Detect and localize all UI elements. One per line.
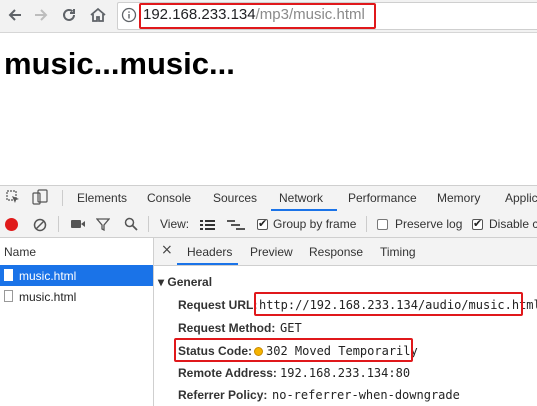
- tab-headers[interactable]: Headers: [187, 245, 232, 259]
- inspect-element-icon[interactable]: [6, 190, 20, 204]
- url-highlight-box: [139, 3, 376, 29]
- page-heading: music...music...: [4, 46, 235, 81]
- request-method-key: Request Method:: [178, 321, 276, 335]
- request-method-value: GET: [280, 321, 302, 335]
- active-detail-tab-indicator: [177, 263, 238, 265]
- disable-cache-checkbox[interactable]: [472, 217, 483, 230]
- clear-icon[interactable]: [33, 218, 47, 232]
- group-by-frame-label: Group by frame: [273, 217, 357, 231]
- status-code-highlight-box: [174, 338, 413, 362]
- request-url-key: Request URL:: [178, 298, 258, 312]
- name-column-header: Name: [4, 245, 37, 259]
- device-toolbar-icon[interactable]: [32, 189, 48, 205]
- request-row[interactable]: music.html: [0, 265, 153, 286]
- tab-preview[interactable]: Preview: [250, 245, 293, 259]
- reload-button[interactable]: [56, 2, 82, 28]
- group-by-frame-checkbox[interactable]: [257, 217, 268, 230]
- tab-network[interactable]: Network: [279, 191, 323, 205]
- request-url-highlight-box: [254, 292, 523, 316]
- disable-cache-label: Disable c: [489, 217, 537, 231]
- video-camera-icon[interactable]: [70, 217, 85, 231]
- tab-elements[interactable]: Elements: [77, 191, 127, 205]
- preserve-log-checkbox[interactable]: [377, 219, 388, 230]
- general-section-toggle[interactable]: ▾ General: [158, 275, 212, 289]
- document-icon: [4, 290, 13, 302]
- remote-address-value: 192.168.233.134:80: [280, 366, 411, 380]
- divider: [148, 216, 149, 232]
- preserve-log-label: Preserve log: [395, 217, 463, 231]
- back-button[interactable]: [2, 2, 28, 28]
- tab-memory[interactable]: Memory: [437, 191, 480, 205]
- info-icon[interactable]: [121, 7, 137, 23]
- tab-timing[interactable]: Timing: [380, 245, 416, 259]
- request-row[interactable]: music.html: [0, 286, 153, 307]
- request-name: music.html: [19, 269, 77, 283]
- remote-address-key: Remote Address:: [178, 366, 277, 380]
- tab-console[interactable]: Console: [147, 191, 191, 205]
- forward-button[interactable]: [28, 2, 54, 28]
- search-icon[interactable]: [124, 217, 138, 231]
- divider: [366, 216, 367, 232]
- home-button[interactable]: [85, 2, 111, 28]
- view-label: View:: [160, 217, 190, 231]
- document-icon: [4, 269, 13, 281]
- referrer-policy-value: no-referrer-when-downgrade: [272, 388, 460, 402]
- tab-response[interactable]: Response: [309, 245, 363, 259]
- requests-header[interactable]: Name: [0, 238, 153, 266]
- waterfall-icon[interactable]: [227, 218, 245, 230]
- tab-application[interactable]: Applic: [505, 191, 537, 205]
- request-name: music.html: [19, 290, 77, 304]
- record-icon[interactable]: [5, 218, 18, 231]
- arrow-left-icon: [8, 9, 21, 21]
- tab-performance[interactable]: Performance: [348, 191, 417, 205]
- arrow-right-icon: [35, 9, 48, 21]
- active-tab-indicator: [271, 209, 337, 211]
- close-icon[interactable]: ×: [161, 242, 173, 258]
- reload-icon: [63, 8, 75, 21]
- filter-icon[interactable]: [95, 217, 111, 232]
- referrer-policy-key: Referrer Policy:: [178, 388, 268, 402]
- divider: [58, 216, 59, 232]
- divider: [62, 190, 63, 206]
- home-icon: [90, 7, 106, 22]
- tab-sources[interactable]: Sources: [213, 191, 257, 205]
- large-rows-icon[interactable]: [200, 218, 215, 230]
